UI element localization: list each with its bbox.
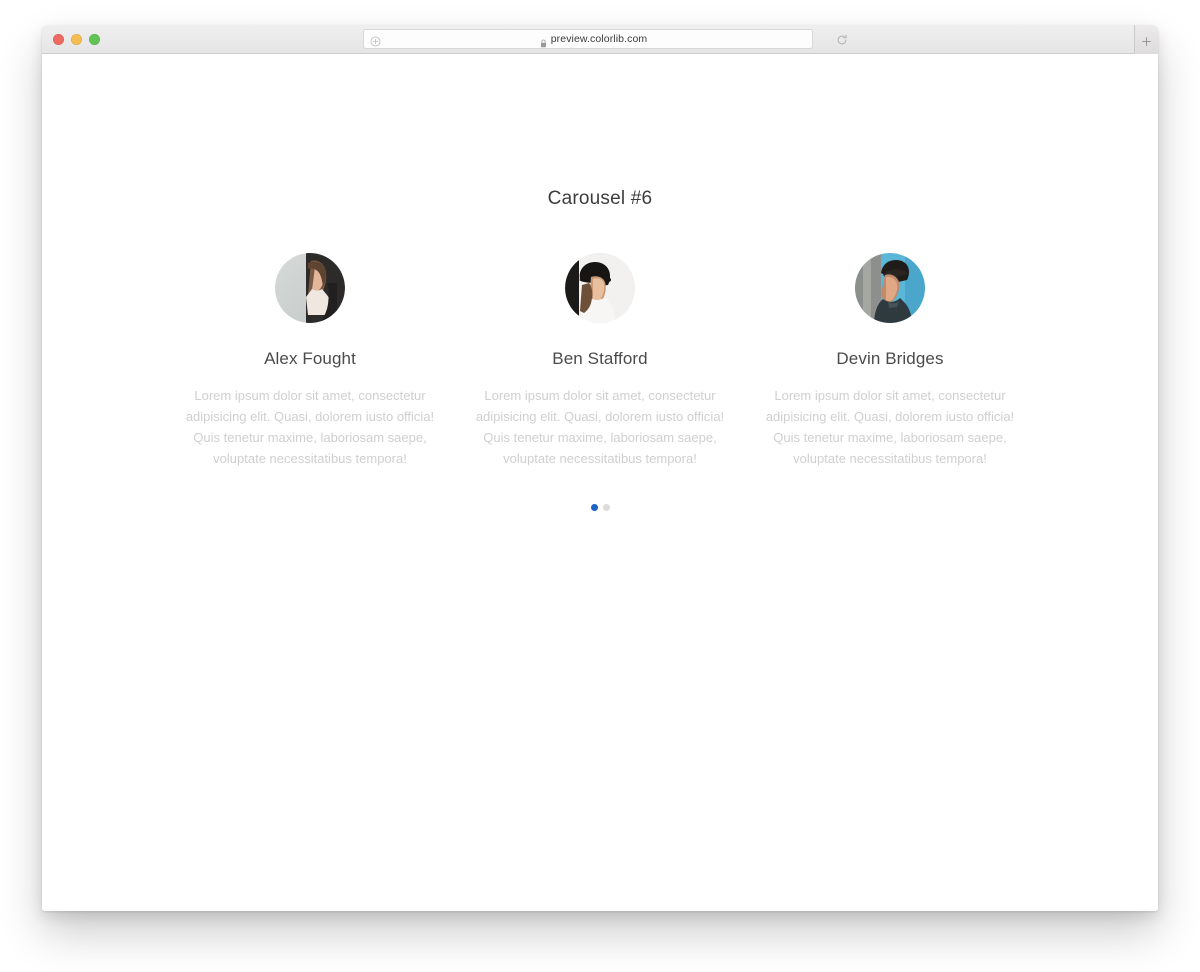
avatar: [565, 253, 635, 323]
avatar-image-devin-bridges: [855, 253, 925, 323]
pagination-dot-2[interactable]: [602, 504, 610, 511]
compass-icon: [370, 34, 381, 46]
maximize-window-button[interactable]: [89, 33, 100, 45]
slide-name: Devin Bridges: [836, 349, 944, 368]
address-bar[interactable]: preview.colorlib.com: [363, 29, 847, 49]
traffic-lights: [42, 33, 100, 45]
carousel-slide[interactable]: Devin Bridges Lorem ipsum dolor sit amet…: [745, 253, 1035, 469]
avatar-image-alex-fought: [275, 253, 345, 323]
page-title: Carousel #6: [547, 188, 653, 209]
slide-name: Alex Fought: [264, 349, 356, 368]
carousel-slide[interactable]: Ben Stafford Lorem ipsum dolor sit amet,…: [455, 253, 745, 469]
carousel-section: Carousel #6 Alex Fought Lorem ipsum dolo…: [42, 54, 1158, 511]
minimize-window-button[interactable]: [71, 33, 82, 45]
slide-text: Lorem ipsum dolor sit amet, consectetur …: [475, 388, 725, 466]
browser-chrome-bar: preview.colorlib.com: [42, 25, 1158, 54]
carousel-pagination: [42, 504, 1158, 511]
url-text: preview.colorlib.com: [550, 33, 648, 45]
reload-icon[interactable]: [836, 33, 848, 45]
slide-text: Lorem ipsum dolor sit amet, consectetur …: [765, 388, 1015, 466]
address-bar-content: preview.colorlib.com: [381, 33, 806, 47]
pagination-dot-1[interactable]: [590, 504, 598, 511]
slide-name: Ben Stafford: [552, 349, 648, 368]
browser-window: preview.colorlib.com Carousel #6 Alex Fo…: [42, 25, 1158, 911]
close-window-button[interactable]: [53, 33, 64, 45]
carousel-slides: Alex Fought Lorem ipsum dolor sit amet, …: [42, 253, 1158, 469]
avatar: [275, 253, 345, 323]
slide-text: Lorem ipsum dolor sit amet, consectetur …: [185, 388, 435, 466]
plus-icon: [1141, 34, 1152, 46]
lock-icon: [540, 35, 547, 47]
page-viewport: Carousel #6 Alex Fought Lorem ipsum dolo…: [42, 54, 1158, 911]
carousel-slide[interactable]: Alex Fought Lorem ipsum dolor sit amet, …: [165, 253, 455, 469]
avatar: [855, 253, 925, 323]
avatar-image-ben-stafford: [565, 253, 635, 323]
new-tab-button[interactable]: [1134, 25, 1158, 54]
